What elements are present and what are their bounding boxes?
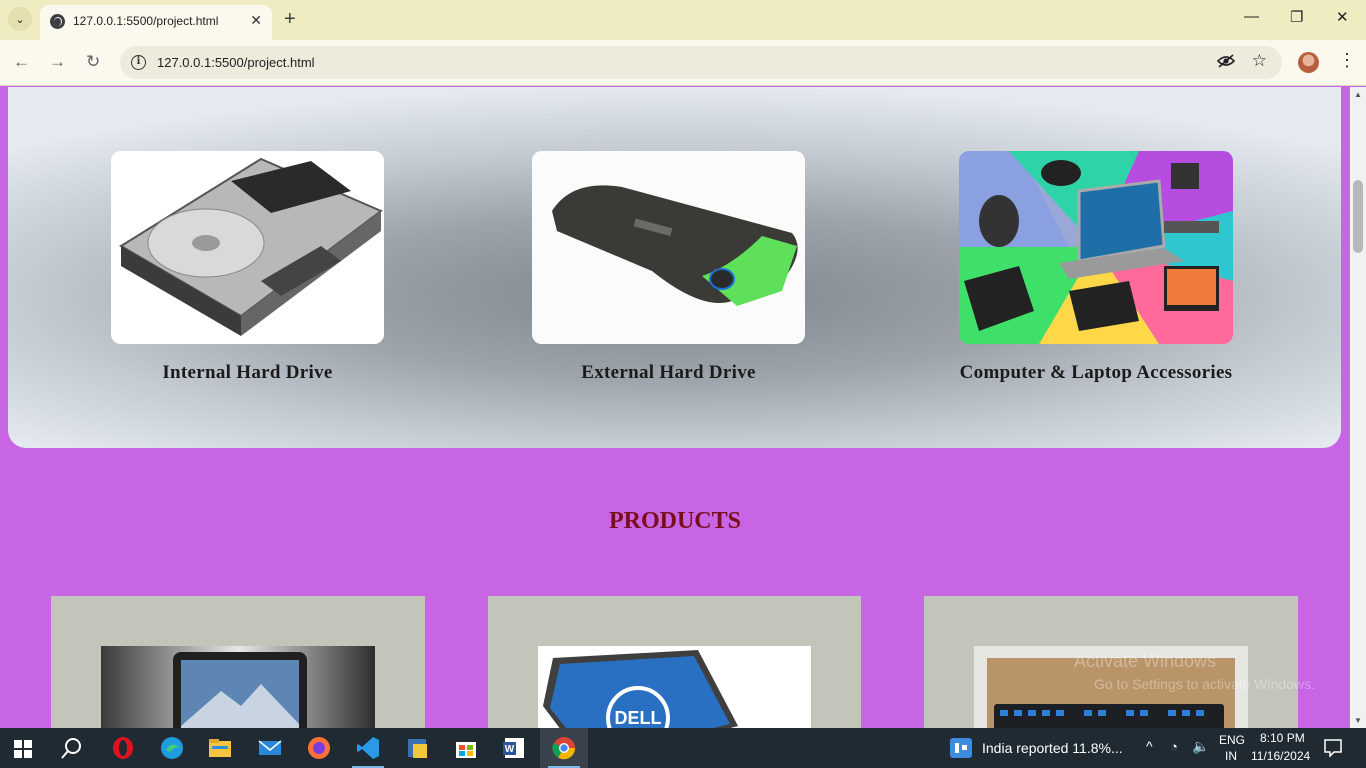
scroll-down-arrow-icon[interactable]: ▼ bbox=[1354, 716, 1362, 725]
language-indicator[interactable]: ENG bbox=[1219, 733, 1245, 747]
category-card-accessories[interactable] bbox=[959, 151, 1233, 344]
tab-title: 127.0.0.1:5500/project.html bbox=[73, 14, 219, 28]
bookmark-star-icon[interactable]: ☆ bbox=[1252, 51, 1267, 71]
more-menu-icon[interactable]: ⋮ bbox=[1338, 50, 1356, 71]
product-card[interactable]: DELL bbox=[488, 596, 861, 728]
clock-date[interactable]: 11/16/2024 bbox=[1251, 749, 1310, 763]
info-icon[interactable]: i bbox=[131, 55, 146, 70]
file-explorer-icon[interactable] bbox=[208, 736, 232, 760]
category-card-external-hdd[interactable] bbox=[532, 151, 805, 344]
notifications-icon[interactable] bbox=[1324, 739, 1342, 757]
windows-taskbar: W India reported 11.8%... ^ ◔ 🔈 ENG IN 8… bbox=[0, 728, 1366, 768]
globe-icon bbox=[50, 14, 65, 29]
products-heading: PRODUCTS bbox=[608, 508, 741, 534]
chrome-icon[interactable] bbox=[552, 736, 576, 760]
address-bar[interactable]: i 127.0.0.1:5500/project.html ☆ bbox=[120, 46, 1282, 79]
category-label: Internal Hard Drive bbox=[162, 362, 333, 383]
page-scrollbar[interactable]: ▲ ▼ bbox=[1350, 87, 1366, 728]
new-tab-button[interactable]: + bbox=[284, 8, 296, 30]
category-card-internal-hdd[interactable] bbox=[111, 151, 384, 344]
clock-time[interactable]: 8:10 PM bbox=[1260, 731, 1305, 745]
news-widget-text[interactable]: India reported 11.8%... bbox=[982, 740, 1123, 756]
minimize-button[interactable]: — bbox=[1244, 8, 1259, 25]
svg-text:W: W bbox=[505, 744, 515, 755]
categories-panel: Internal Hard Drive External Hard Drive bbox=[8, 87, 1341, 448]
python-icon[interactable] bbox=[405, 736, 429, 760]
tab-bar: ⌄ 127.0.0.1:5500/project.html ✕ + — ❐ ✕ bbox=[0, 0, 1366, 40]
scrollbar-thumb[interactable] bbox=[1353, 180, 1363, 253]
product-image-laptop bbox=[101, 646, 375, 728]
back-button[interactable]: ← bbox=[13, 52, 30, 72]
close-window-button[interactable]: ✕ bbox=[1336, 8, 1349, 26]
chevron-down-icon: ⌄ bbox=[15, 13, 25, 26]
word-icon[interactable]: W bbox=[502, 736, 526, 760]
profile-avatar[interactable] bbox=[1298, 52, 1319, 73]
page-viewport: Internal Hard Drive External Hard Drive bbox=[0, 87, 1350, 728]
restore-button[interactable]: ❐ bbox=[1290, 8, 1303, 26]
internal-hdd-image bbox=[111, 151, 384, 344]
product-image-dell: DELL bbox=[538, 646, 811, 728]
activate-windows-title: Activate Windows bbox=[1074, 651, 1217, 671]
firefox-icon[interactable] bbox=[307, 736, 331, 760]
accessories-image bbox=[959, 151, 1233, 344]
news-widget-icon[interactable] bbox=[950, 738, 972, 758]
active-tab[interactable]: 127.0.0.1:5500/project.html ✕ bbox=[40, 5, 272, 40]
forward-button[interactable]: → bbox=[49, 52, 66, 72]
vscode-icon[interactable] bbox=[356, 736, 380, 760]
tab-search-button[interactable]: ⌄ bbox=[8, 7, 32, 31]
edge-icon[interactable] bbox=[160, 736, 184, 760]
external-hdd-image bbox=[532, 151, 805, 344]
search-icon[interactable] bbox=[60, 736, 84, 760]
reload-button[interactable]: ↻ bbox=[86, 52, 100, 72]
svg-text:DELL: DELL bbox=[615, 708, 662, 728]
category-label: External Hard Drive bbox=[581, 362, 756, 383]
show-hidden-icons-icon[interactable]: ^ bbox=[1146, 738, 1153, 754]
wifi-icon[interactable]: ◔ bbox=[1170, 739, 1178, 754]
region-indicator[interactable]: IN bbox=[1225, 749, 1237, 763]
windows-start-icon[interactable] bbox=[14, 740, 32, 758]
scroll-up-arrow-icon[interactable]: ▲ bbox=[1354, 90, 1362, 99]
volume-icon[interactable]: 🔈 bbox=[1192, 738, 1209, 755]
url-text[interactable]: 127.0.0.1:5500/project.html bbox=[157, 55, 315, 70]
category-label: Computer & Laptop Accessories bbox=[959, 362, 1233, 383]
opera-icon[interactable] bbox=[111, 736, 135, 760]
microsoft-store-icon[interactable] bbox=[454, 736, 478, 760]
activate-windows-subtitle: Go to Settings to activate Windows. bbox=[1094, 676, 1315, 692]
product-card[interactable] bbox=[51, 596, 425, 728]
browser-toolbar: ← → ↻ i 127.0.0.1:5500/project.html ☆ ⋮ bbox=[0, 40, 1366, 86]
mail-icon[interactable] bbox=[258, 736, 282, 760]
eye-off-icon[interactable] bbox=[1216, 53, 1236, 73]
tab-close-button[interactable]: ✕ bbox=[250, 12, 262, 29]
